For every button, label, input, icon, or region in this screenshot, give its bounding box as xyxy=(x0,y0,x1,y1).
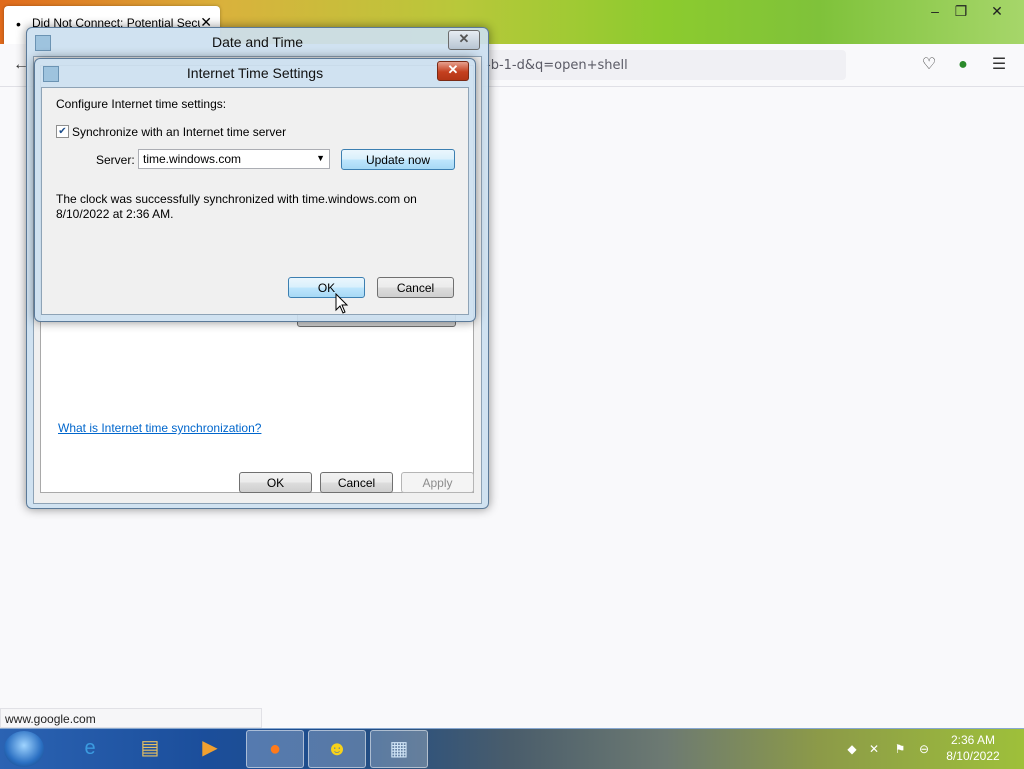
update-now-button[interactable]: Update now xyxy=(341,149,455,170)
firefox-icon[interactable]: ● xyxy=(246,730,304,768)
internet-time-close-button[interactable]: ✕ xyxy=(437,61,469,81)
server-combobox[interactable]: time.windows.com ▼ xyxy=(138,149,330,169)
tab-dot-icon: • xyxy=(16,16,21,32)
date-time-close-button[interactable]: ✕ xyxy=(448,30,480,50)
window-restore-button[interactable]: ❐ xyxy=(948,2,974,20)
file-explorer-icon[interactable]: ▤ xyxy=(122,730,178,766)
yahoo-messenger-icon[interactable]: ☻ xyxy=(308,730,366,768)
network-icon[interactable]: ◆ xyxy=(844,742,860,758)
url-text: -b-1-d&q=open+shell xyxy=(486,58,628,73)
media-player-icon[interactable]: ▶ xyxy=(182,730,238,766)
start-button[interactable] xyxy=(4,731,44,767)
date-time-control-panel-icon[interactable]: ▦ xyxy=(370,730,428,768)
window-close-button[interactable]: ✕ xyxy=(984,2,1010,20)
sync-status-line-1: The clock was successfully synchronized … xyxy=(56,192,417,206)
status-bar: www.google.com xyxy=(0,708,262,728)
power-icon[interactable]: ⊖ xyxy=(916,742,932,758)
date-time-dialog-title: Date and Time xyxy=(211,34,304,50)
sync-checkbox-label[interactable]: Synchronize with an Internet time server xyxy=(72,125,286,139)
internet-time-ok-button[interactable]: OK xyxy=(288,277,365,298)
volume-muted-icon[interactable]: ✕ xyxy=(866,742,882,758)
date-time-apply-button: Apply xyxy=(401,472,474,493)
chevron-down-icon[interactable]: ▼ xyxy=(316,153,325,163)
date-time-ok-button[interactable]: OK xyxy=(239,472,312,493)
mouse-cursor-icon xyxy=(335,293,349,314)
configure-heading: Configure Internet time settings: xyxy=(56,97,227,111)
internet-time-dialog-title: Internet Time Settings xyxy=(186,65,324,81)
internet-time-cancel-button[interactable]: Cancel xyxy=(377,277,454,298)
server-value: time.windows.com xyxy=(143,152,242,166)
action-center-icon[interactable]: ⚑ xyxy=(892,742,908,758)
clock-time: 2:36 AM xyxy=(950,733,996,747)
date-time-cancel-button[interactable]: Cancel xyxy=(320,472,393,493)
extension-icon[interactable]: ● xyxy=(952,54,974,76)
internet-time-help-link[interactable]: What is Internet time synchronization? xyxy=(58,421,261,435)
sync-status-line-2: 8/10/2022 at 2:36 AM. xyxy=(56,207,174,221)
clock-date: 8/10/2022 xyxy=(946,749,1000,763)
internet-explorer-icon[interactable]: e xyxy=(62,730,118,766)
menu-hamburger-icon[interactable]: ☰ xyxy=(988,54,1010,76)
server-label: Server: xyxy=(96,153,135,167)
sync-checkbox[interactable]: ✔ xyxy=(56,125,69,138)
window-minimize-button[interactable]: – xyxy=(922,2,948,20)
taskbar-clock[interactable]: 2:36 AM 8/10/2022 xyxy=(938,732,1008,764)
pocket-icon[interactable]: ♡ xyxy=(918,54,940,76)
